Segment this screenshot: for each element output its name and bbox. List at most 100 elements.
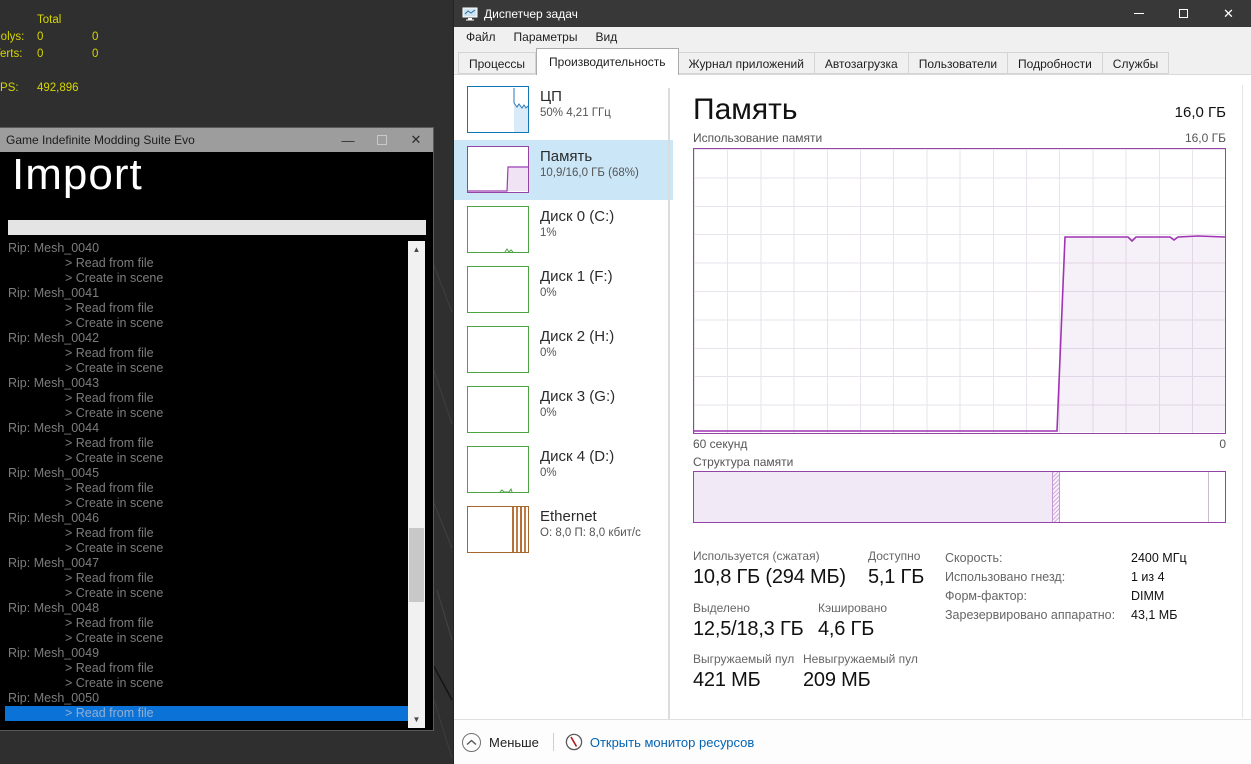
import-log-list[interactable]: Rip: Mesh_0040 > Read from file > Create… — [5, 241, 425, 728]
list-item[interactable]: Rip: Mesh_0043 > Read from file > Create… — [5, 376, 425, 421]
close-button[interactable]: ✕ — [399, 132, 433, 148]
list-item[interactable]: Rip: Mesh_0046 > Read from file > Create… — [5, 511, 425, 556]
disk4-thumbnail-graph — [467, 446, 529, 493]
hud-verts-label: Verts: — [0, 46, 37, 63]
viewport-stats-hud: Total Polys: 0 0 Verts: 0 0 FPS: 492,896 — [0, 12, 98, 97]
mesh-name[interactable]: Rip: Mesh_0044 — [5, 421, 425, 436]
mesh-step[interactable]: > Create in scene — [5, 496, 425, 511]
sidebar-disk3-label: Диск 3 (G:) — [540, 387, 615, 406]
mesh-step[interactable]: > Create in scene — [5, 406, 425, 421]
speed-label: Скорость: — [945, 549, 1131, 568]
list-item[interactable]: Rip: Mesh_0040 > Read from file > Create… — [5, 241, 425, 286]
list-item[interactable]: Rip: Mesh_0042 > Read from file > Create… — [5, 331, 425, 376]
scrollbar-thumb[interactable] — [409, 528, 424, 602]
stat-in-use-value: 10,8 ГБ (294 МБ) — [693, 566, 868, 589]
sidebar-item-disk4[interactable]: Диск 4 (D:) 0% — [454, 440, 673, 500]
maximize-button[interactable] — [365, 135, 399, 145]
sidebar-cpu-stats: 50% 4,21 ГГц — [540, 106, 611, 121]
mesh-step-selected[interactable]: > Read from file — [5, 706, 408, 721]
hw-reserved-value: 43,1 МБ — [1131, 606, 1177, 625]
mesh-step[interactable]: > Create in scene — [5, 631, 425, 646]
disk0-thumbnail-graph — [467, 206, 529, 253]
mesh-step[interactable]: > Create in scene — [5, 271, 425, 286]
mesh-step[interactable]: > Read from file — [5, 481, 425, 496]
mesh-step[interactable]: > Read from file — [5, 616, 425, 631]
disk1-thumbnail-graph — [467, 266, 529, 313]
mesh-name[interactable]: Rip: Mesh_0046 — [5, 511, 425, 526]
sidebar-item-cpu[interactable]: ЦП 50% 4,21 ГГц — [454, 80, 673, 140]
mesh-step[interactable]: > Create in scene — [5, 541, 425, 556]
mesh-step[interactable]: > Create in scene — [5, 451, 425, 466]
mesh-step[interactable]: > Create in scene — [5, 361, 425, 376]
list-scrollbar[interactable]: ▲ ▼ — [408, 241, 425, 728]
sidebar-item-disk2[interactable]: Диск 2 (H:) 0% — [454, 320, 673, 380]
sidebar-disk1-label: Диск 1 (F:) — [540, 267, 613, 286]
list-item[interactable]: Rip: Mesh_0044 > Read from file > Create… — [5, 421, 425, 466]
mesh-name[interactable]: Rip: Mesh_0041 — [5, 286, 425, 301]
fewer-details-button[interactable]: Меньше — [462, 733, 539, 752]
sidebar-disk4-label: Диск 4 (D:) — [540, 447, 614, 466]
sidebar-disk1-stats: 0% — [540, 286, 613, 301]
menu-options[interactable]: Параметры — [505, 27, 587, 48]
sidebar-item-disk3[interactable]: Диск 3 (G:) 0% — [454, 380, 673, 440]
mesh-name[interactable]: Rip: Mesh_0045 — [5, 466, 425, 481]
mesh-step[interactable]: > Read from file — [5, 301, 425, 316]
list-item[interactable]: Rip: Mesh_0050 > Read from file — [5, 691, 425, 721]
sidebar-scrollbar[interactable] — [668, 88, 670, 719]
mesh-step[interactable]: > Create in scene — [5, 586, 425, 601]
ethernet-thumbnail-graph — [467, 506, 529, 553]
mesh-name[interactable]: Rip: Mesh_0049 — [5, 646, 425, 661]
mesh-name[interactable]: Rip: Mesh_0048 — [5, 601, 425, 616]
sidebar-item-memory[interactable]: Память 10,9/16,0 ГБ (68%) — [454, 140, 673, 200]
menu-file[interactable]: Файл — [457, 27, 505, 48]
mesh-step[interactable]: > Read from file — [5, 256, 425, 271]
sidebar-item-disk1[interactable]: Диск 1 (F:) 0% — [454, 260, 673, 320]
stat-committed-value: 12,5/18,3 ГБ — [693, 618, 818, 641]
sidebar-item-ethernet[interactable]: Ethernet О: 8,0 П: 8,0 кбит/с — [454, 500, 673, 560]
list-item[interactable]: Rip: Mesh_0048 > Read from file > Create… — [5, 601, 425, 646]
sidebar-disk0-stats: 1% — [540, 226, 614, 241]
sidebar-item-disk0[interactable]: Диск 0 (C:) 1% — [454, 200, 673, 260]
mesh-step[interactable]: > Create in scene — [5, 316, 425, 331]
mesh-step[interactable]: > Create in scene — [5, 676, 425, 691]
mesh-name[interactable]: Rip: Mesh_0040 — [5, 241, 425, 256]
mesh-step[interactable]: > Read from file — [5, 571, 425, 586]
scroll-up-icon[interactable]: ▲ — [408, 241, 425, 258]
list-item[interactable]: Rip: Mesh_0047 > Read from file > Create… — [5, 556, 425, 601]
fewer-details-label: Меньше — [489, 735, 539, 750]
mesh-name[interactable]: Rip: Mesh_0047 — [5, 556, 425, 571]
list-item[interactable]: Rip: Mesh_0045 > Read from file > Create… — [5, 466, 425, 511]
list-item[interactable]: Rip: Mesh_0041 > Read from file > Create… — [5, 286, 425, 331]
memory-composition-bar — [693, 471, 1226, 523]
import-progress-bar — [8, 220, 426, 235]
list-item[interactable]: Rip: Mesh_0049 > Read from file > Create… — [5, 646, 425, 691]
mesh-step[interactable]: > Read from file — [5, 661, 425, 676]
footer-bar: Меньше Открыть монитор ресурсов — [454, 719, 1251, 764]
mesh-step[interactable]: > Read from file — [5, 526, 425, 541]
mesh-step[interactable]: > Read from file — [5, 391, 425, 406]
memory-usage-line — [694, 149, 1225, 433]
tab-processes[interactable]: Процессы — [458, 52, 536, 74]
sidebar-cpu-label: ЦП — [540, 87, 611, 106]
open-resource-monitor-link[interactable]: Открыть монитор ресурсов — [565, 733, 754, 751]
mesh-step[interactable]: > Read from file — [5, 436, 425, 451]
minimize-button[interactable]: — — [331, 133, 365, 148]
stat-cached-value: 4,6 ГБ — [818, 618, 874, 641]
memory-usage-graph — [693, 148, 1226, 434]
sidebar-ethernet-label: Ethernet — [540, 507, 641, 526]
memory-usage-label: Использование памяти — [693, 131, 822, 145]
tab-performance[interactable]: Производительность — [536, 48, 678, 75]
hw-reserved-label: Зарезервировано аппаратно: — [945, 606, 1131, 625]
menu-view[interactable]: Вид — [586, 27, 626, 48]
composition-in-use-segment — [694, 472, 1053, 522]
gims-window-title: Game Indefinite Modding Suite Evo — [0, 133, 331, 147]
sidebar-disk2-label: Диск 2 (H:) — [540, 327, 614, 346]
mesh-name[interactable]: Rip: Mesh_0043 — [5, 376, 425, 391]
gims-titlebar[interactable]: Game Indefinite Modding Suite Evo — ✕ — [0, 128, 433, 152]
scroll-down-icon[interactable]: ▼ — [408, 711, 425, 728]
memory-usage-max: 16,0 ГБ — [1185, 131, 1226, 145]
mesh-step[interactable]: > Read from file — [5, 346, 425, 361]
mesh-name[interactable]: Rip: Mesh_0050 — [5, 691, 425, 706]
hud-polys-value: 0 — [37, 29, 92, 46]
mesh-name[interactable]: Rip: Mesh_0042 — [5, 331, 425, 346]
